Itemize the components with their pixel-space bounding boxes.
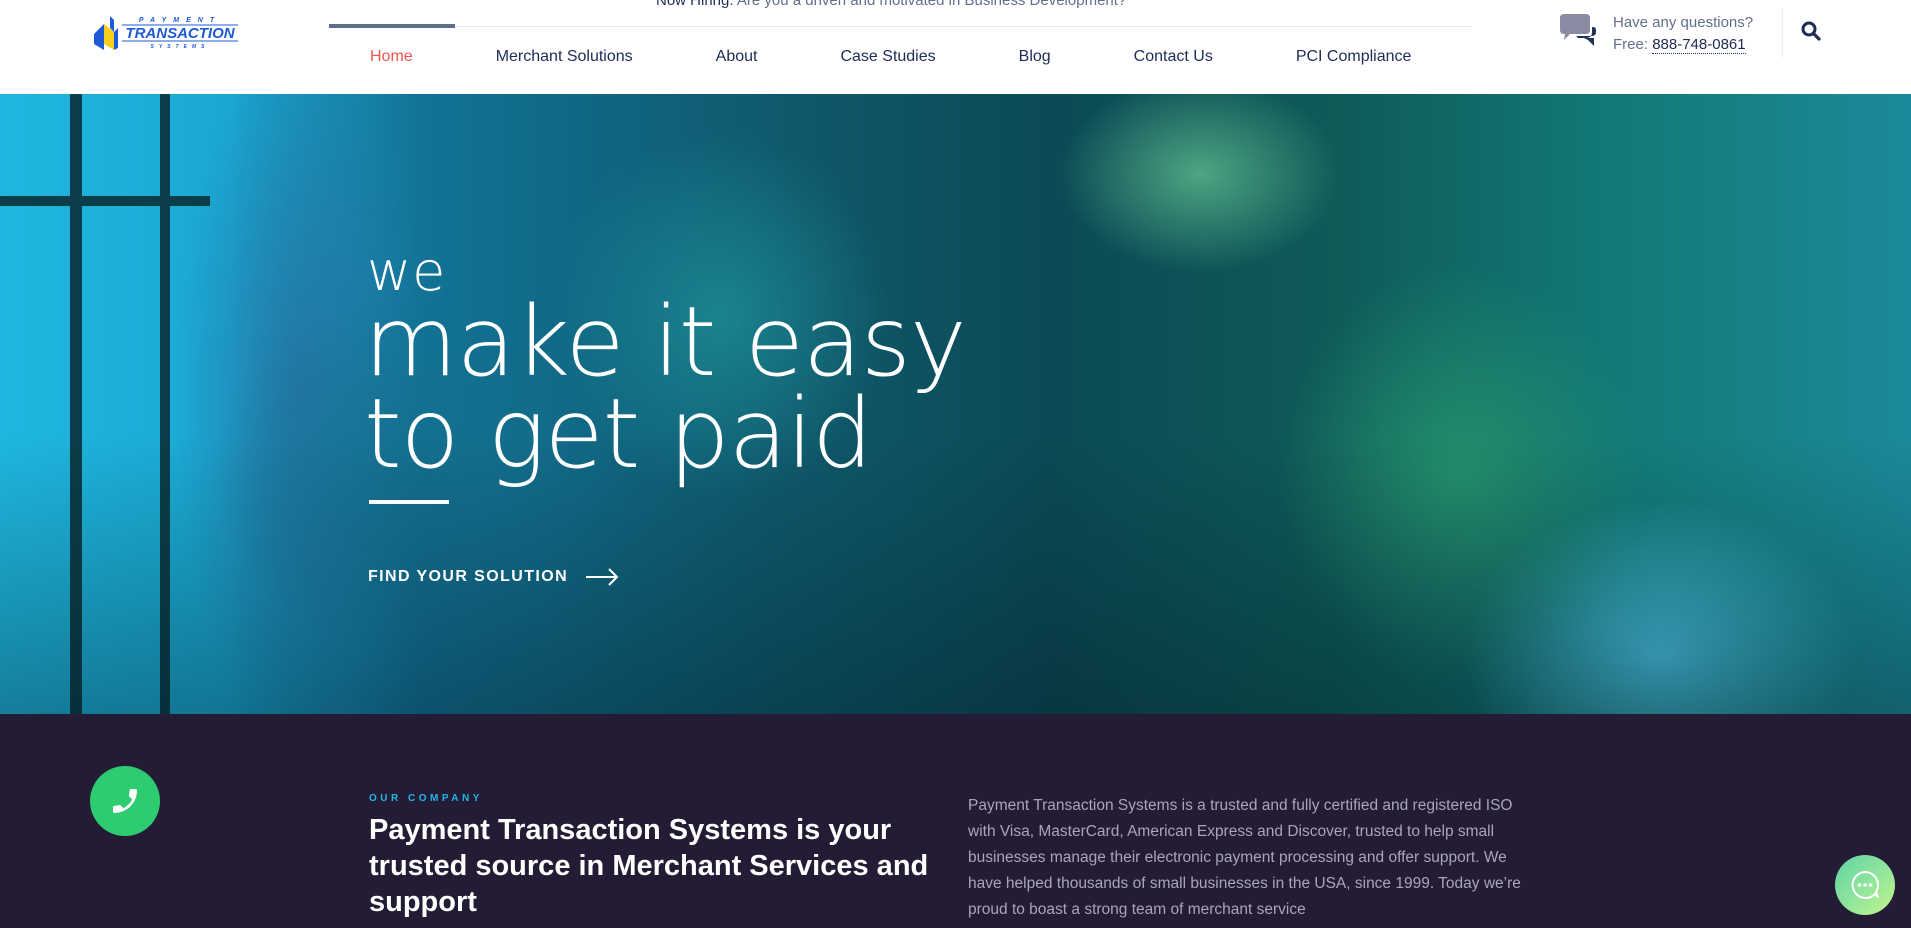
nav-divider	[329, 26, 1472, 27]
nav-active-indicator	[329, 24, 455, 28]
hero-overlay	[0, 94, 1911, 714]
section-title: Payment Transaction Systems is your trus…	[369, 814, 929, 918]
section-eyebrow: OUR COMPANY	[369, 793, 483, 804]
live-chat-button[interactable]	[1835, 855, 1895, 915]
chat-icon	[1851, 870, 1880, 899]
nav-item-merchant-solutions[interactable]: Merchant Solutions	[496, 48, 633, 72]
nav-item-about[interactable]: About	[716, 48, 758, 72]
phone-icon	[113, 789, 137, 813]
main-nav: Home Merchant Solutions About Case Studi…	[329, 48, 1411, 72]
nav-item-case-studies[interactable]: Case Studies	[840, 48, 935, 72]
chat-bubbles-icon	[1560, 14, 1596, 46]
hero-banner: we make it easy to get paid FIND YOUR SO…	[0, 94, 1911, 714]
cta-label: FIND YOUR SOLUTION	[368, 568, 569, 585]
section-body: Payment Transaction Systems is a trusted…	[968, 797, 1521, 918]
announcement-text[interactable]: Are you a driven and motivated in Busine…	[737, 0, 1126, 9]
nav-item-contact-us[interactable]: Contact Us	[1134, 48, 1213, 72]
logo-bottom-text: SYSTEMS	[151, 44, 210, 50]
announcement-lead: Now Hiring:	[656, 0, 734, 9]
contact-phone-link[interactable]: 888-748-0861	[1652, 36, 1746, 54]
contact-info: Have any questions? Free: 888-748-0861	[1613, 12, 1753, 56]
nav-item-pci-compliance[interactable]: PCI Compliance	[1296, 48, 1412, 72]
header-separator	[1782, 8, 1783, 58]
logo-main-text: TRANSACTION	[125, 25, 235, 42]
site-header: PAYMENT TRANSACTION SYSTEMS Now Hiring: …	[0, 0, 1911, 94]
contact-question: Have any questions?	[1613, 14, 1754, 31]
logo: PAYMENT TRANSACTION SYSTEMS	[94, 16, 238, 50]
search-icon[interactable]	[1800, 20, 1822, 42]
arrow-right-icon	[586, 568, 619, 586]
hero-underline	[369, 500, 449, 504]
logo-top-text: PAYMENT	[139, 17, 221, 24]
find-solution-button[interactable]: FIND YOUR SOLUTION	[368, 568, 620, 586]
hero-headline-line2: to get paid	[364, 378, 873, 490]
hero-headline-line1: make it easy	[364, 286, 967, 398]
hiring-announcement[interactable]: Now Hiring: Are you a driven and motivat…	[656, 0, 1126, 9]
logo-link[interactable]: PAYMENT TRANSACTION SYSTEMS	[92, 14, 242, 52]
company-section	[0, 714, 1911, 928]
call-button[interactable]	[90, 766, 160, 836]
nav-item-home[interactable]: Home	[370, 48, 413, 72]
nav-item-blog[interactable]: Blog	[1019, 48, 1051, 72]
contact-free-label: Free:	[1613, 36, 1649, 53]
